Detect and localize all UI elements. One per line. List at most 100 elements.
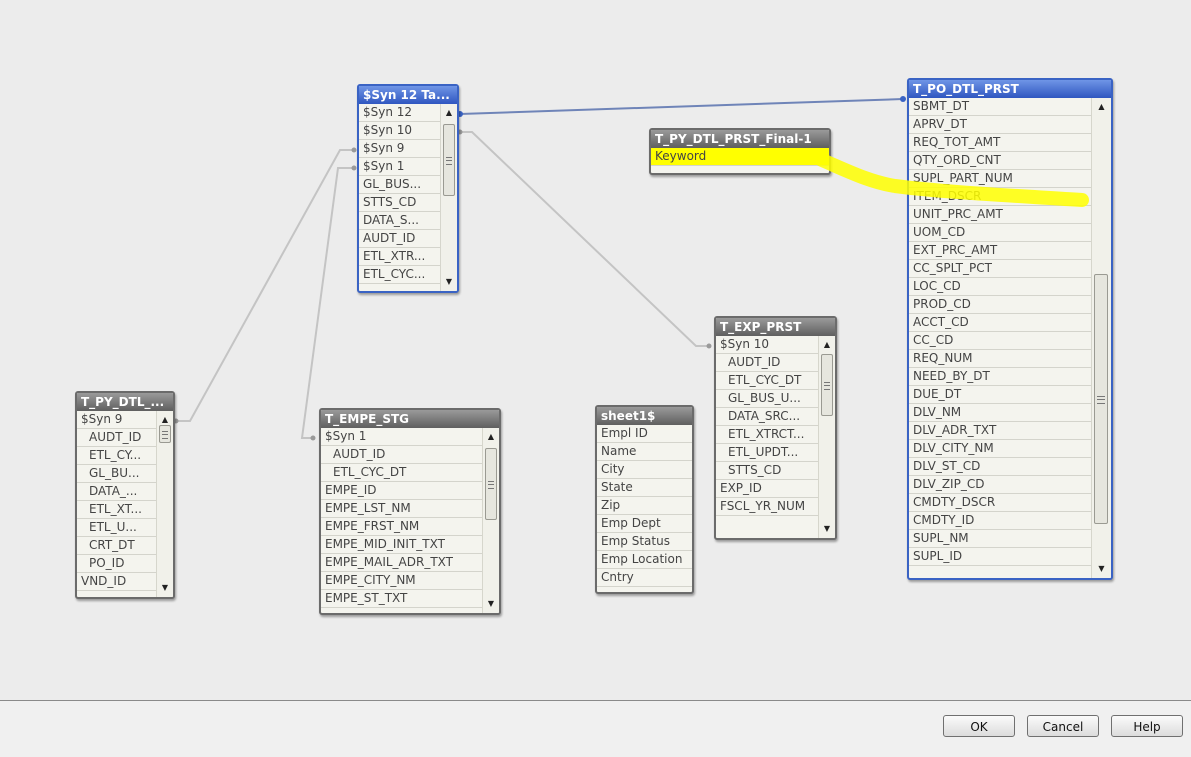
scroll-down-icon[interactable]: ▼ bbox=[157, 581, 173, 595]
field-row[interactable]: ETL_CYC_DT bbox=[716, 372, 818, 390]
table-title[interactable]: sheet1$ bbox=[597, 407, 692, 425]
field-row[interactable]: DLV_CITY_NM bbox=[909, 440, 1091, 458]
field-row[interactable]: $Syn 9 bbox=[359, 140, 440, 158]
table-title[interactable]: T_EXP_PRST bbox=[716, 318, 835, 336]
field-row[interactable]: ETL_CYC_DT bbox=[321, 464, 482, 482]
field-row[interactable]: CMDTY_ID bbox=[909, 512, 1091, 530]
field-row[interactable]: REQ_NUM bbox=[909, 350, 1091, 368]
field-row[interactable]: ACCT_CD bbox=[909, 314, 1091, 332]
field-row[interactable]: $Syn 1 bbox=[321, 428, 482, 446]
field-row[interactable]: QTY_ORD_CNT bbox=[909, 152, 1091, 170]
field-row[interactable]: $Syn 9 bbox=[77, 411, 156, 429]
scroll-down-icon[interactable]: ▼ bbox=[1092, 562, 1111, 576]
scroll-up-icon[interactable]: ▲ bbox=[819, 338, 835, 352]
field-row[interactable]: UOM_CD bbox=[909, 224, 1091, 242]
table-title[interactable]: $Syn 12 Ta... bbox=[359, 86, 457, 104]
scroll-thumb[interactable] bbox=[485, 448, 497, 520]
table-po-dtl-prst[interactable]: T_PO_DTL_PRST SBMT_DT APRV_DT REQ_TOT_AM… bbox=[907, 78, 1113, 580]
field-row[interactable]: GL_BUS_U... bbox=[716, 390, 818, 408]
table-py-dtl[interactable]: T_PY_DTL_... $Syn 9 AUDT_ID ETL_CY... GL… bbox=[75, 391, 175, 599]
field-row[interactable]: CMDTY_DSCR bbox=[909, 494, 1091, 512]
table-empe-stg[interactable]: T_EMPE_STG $Syn 1 AUDT_ID ETL_CYC_DT EMP… bbox=[319, 408, 501, 615]
field-row[interactable]: AUDT_ID bbox=[716, 354, 818, 372]
scrollbar[interactable]: ▲ ▼ bbox=[1091, 98, 1111, 578]
field-row[interactable]: State bbox=[597, 479, 692, 497]
table-syn12[interactable]: $Syn 12 Ta... $Syn 12 $Syn 10 $Syn 9 $Sy… bbox=[357, 84, 459, 293]
field-row[interactable]: DLV_ST_CD bbox=[909, 458, 1091, 476]
field-row[interactable]: APRV_DT bbox=[909, 116, 1091, 134]
field-row[interactable]: ETL_XT... bbox=[77, 501, 156, 519]
scroll-up-icon[interactable]: ▲ bbox=[483, 430, 499, 444]
field-row[interactable]: DLV_NM bbox=[909, 404, 1091, 422]
scrollbar[interactable]: ▲ ▼ bbox=[482, 428, 499, 613]
field-row[interactable]: SUPL_ID bbox=[909, 548, 1091, 566]
field-row[interactable]: REQ_TOT_AMT bbox=[909, 134, 1091, 152]
field-row[interactable]: $Syn 1 bbox=[359, 158, 440, 176]
scroll-thumb[interactable] bbox=[443, 124, 455, 196]
field-row[interactable]: Name bbox=[597, 443, 692, 461]
field-row[interactable]: ETL_XTRCT... bbox=[716, 426, 818, 444]
scroll-thumb[interactable] bbox=[159, 425, 171, 443]
scroll-thumb[interactable] bbox=[821, 354, 833, 416]
field-row[interactable]: PO_ID bbox=[77, 555, 156, 573]
field-row[interactable]: ETL_CYC... bbox=[359, 266, 440, 284]
field-row[interactable]: EMPE_ID bbox=[321, 482, 482, 500]
field-row[interactable]: EMPE_MAIL_ADR_TXT bbox=[321, 554, 482, 572]
scroll-down-icon[interactable]: ▼ bbox=[441, 275, 457, 289]
cancel-button[interactable]: Cancel bbox=[1027, 715, 1099, 737]
help-button[interactable]: Help bbox=[1111, 715, 1183, 737]
field-row[interactable]: ETL_UPDT... bbox=[716, 444, 818, 462]
field-row[interactable]: $Syn 10 bbox=[359, 122, 440, 140]
table-title[interactable]: T_PY_DTL_PRST_Final-1 bbox=[651, 130, 829, 148]
field-row[interactable]: EMPE_MID_INIT_TXT bbox=[321, 536, 482, 554]
table-viewer-canvas[interactable]: $Syn 12 Ta... $Syn 12 $Syn 10 $Syn 9 $Sy… bbox=[0, 0, 1191, 700]
field-row[interactable]: GL_BUS... bbox=[359, 176, 440, 194]
scroll-down-icon[interactable]: ▼ bbox=[483, 597, 499, 611]
scrollbar[interactable]: ▲ ▼ bbox=[156, 411, 173, 597]
field-row[interactable]: SUPL_PART_NUM bbox=[909, 170, 1091, 188]
field-row[interactable]: CRT_DT bbox=[77, 537, 156, 555]
table-title[interactable]: T_EMPE_STG bbox=[321, 410, 499, 428]
table-exp-prst[interactable]: T_EXP_PRST $Syn 10 AUDT_ID ETL_CYC_DT GL… bbox=[714, 316, 837, 540]
field-row[interactable]: STTS_CD bbox=[716, 462, 818, 480]
scrollbar[interactable]: ▲ ▼ bbox=[818, 336, 835, 538]
field-row[interactable]: VND_ID bbox=[77, 573, 156, 591]
scroll-down-icon[interactable]: ▼ bbox=[819, 522, 835, 536]
scroll-up-icon[interactable]: ▲ bbox=[441, 106, 457, 120]
scrollbar[interactable]: ▲ ▼ bbox=[440, 104, 457, 291]
field-row[interactable]: ETL_XTR... bbox=[359, 248, 440, 266]
field-row[interactable]: UNIT_PRC_AMT bbox=[909, 206, 1091, 224]
field-row[interactable]: AUDT_ID bbox=[321, 446, 482, 464]
table-title[interactable]: T_PO_DTL_PRST bbox=[909, 80, 1111, 98]
field-row[interactable]: City bbox=[597, 461, 692, 479]
field-row[interactable]: Cntry bbox=[597, 569, 692, 587]
field-row[interactable]: SBMT_DT bbox=[909, 98, 1091, 116]
field-row[interactable]: $Syn 10 bbox=[716, 336, 818, 354]
field-row[interactable]: $Syn 12 bbox=[359, 104, 440, 122]
field-row[interactable]: STTS_CD bbox=[359, 194, 440, 212]
scroll-up-icon[interactable]: ▲ bbox=[1092, 100, 1111, 114]
field-row[interactable]: PROD_CD bbox=[909, 296, 1091, 314]
field-row[interactable]: GL_BU... bbox=[77, 465, 156, 483]
field-row[interactable]: NEED_BY_DT bbox=[909, 368, 1091, 386]
field-row[interactable]: Zip bbox=[597, 497, 692, 515]
field-row[interactable]: EMPE_LST_NM bbox=[321, 500, 482, 518]
field-row[interactable]: EXT_PRC_AMT bbox=[909, 242, 1091, 260]
field-row[interactable]: Empl ID bbox=[597, 425, 692, 443]
field-row[interactable]: ETL_U... bbox=[77, 519, 156, 537]
field-row[interactable]: EMPE_CITY_NM bbox=[321, 572, 482, 590]
field-row[interactable]: DATA_... bbox=[77, 483, 156, 501]
field-row[interactable]: Emp Status bbox=[597, 533, 692, 551]
field-row[interactable]: FSCL_YR_NUM bbox=[716, 498, 818, 516]
table-py-dtl-prst-final[interactable]: T_PY_DTL_PRST_Final-1 Keyword bbox=[649, 128, 831, 175]
field-row[interactable]: EMPE_FRST_NM bbox=[321, 518, 482, 536]
field-row[interactable]: DLV_ADR_TXT bbox=[909, 422, 1091, 440]
field-row[interactable]: EMPE_ST_TXT bbox=[321, 590, 482, 608]
field-row[interactable]: LOC_CD bbox=[909, 278, 1091, 296]
field-row[interactable]: AUDT_ID bbox=[359, 230, 440, 248]
table-sheet1[interactable]: sheet1$ Empl ID Name City State Zip Emp … bbox=[595, 405, 694, 594]
table-title[interactable]: T_PY_DTL_... bbox=[77, 393, 173, 411]
field-row[interactable]: CC_CD bbox=[909, 332, 1091, 350]
field-row[interactable]: ETL_CY... bbox=[77, 447, 156, 465]
field-row[interactable]: AUDT_ID bbox=[77, 429, 156, 447]
